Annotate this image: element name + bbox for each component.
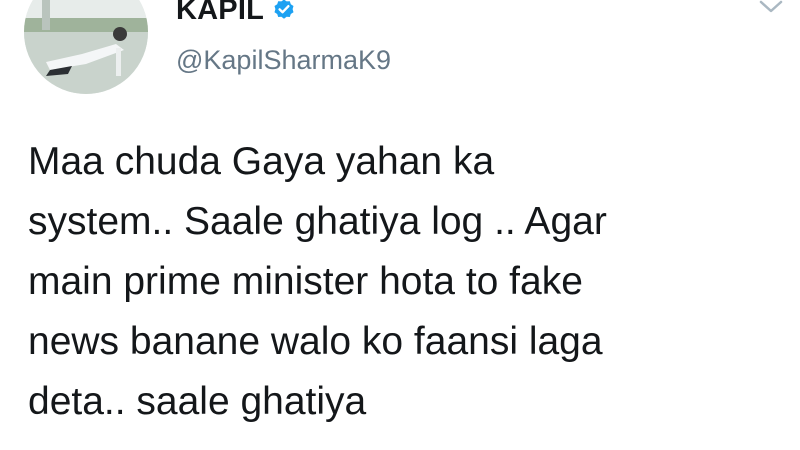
tweet-text-line: main prime minister hota to fake (28, 260, 583, 303)
chevron-down-icon[interactable] (756, 0, 786, 18)
tweet-text-line: news banane walo ko faansi laga (28, 320, 603, 363)
tweet-text-line: deta.. saale ghatiya (28, 380, 367, 423)
display-name[interactable]: KAPIL (176, 0, 264, 27)
tweet-text-line: Maa chuda Gaya yahan ka (28, 140, 495, 183)
user-handle[interactable]: @KapilSharmaK9 (176, 45, 391, 76)
tweet-text-line: system.. Saale ghatiya log .. Agar (28, 200, 607, 243)
name-row: KAPIL (176, 0, 296, 32)
tweet-card: KAPIL @KapilSharmaK9 Maa chuda Gaya yaha… (0, 0, 800, 450)
tweet-text: Maa chuda Gaya yahan ka system.. Saale g… (28, 132, 778, 432)
profile-avatar[interactable] (24, 0, 148, 94)
verified-badge-icon (272, 0, 296, 22)
